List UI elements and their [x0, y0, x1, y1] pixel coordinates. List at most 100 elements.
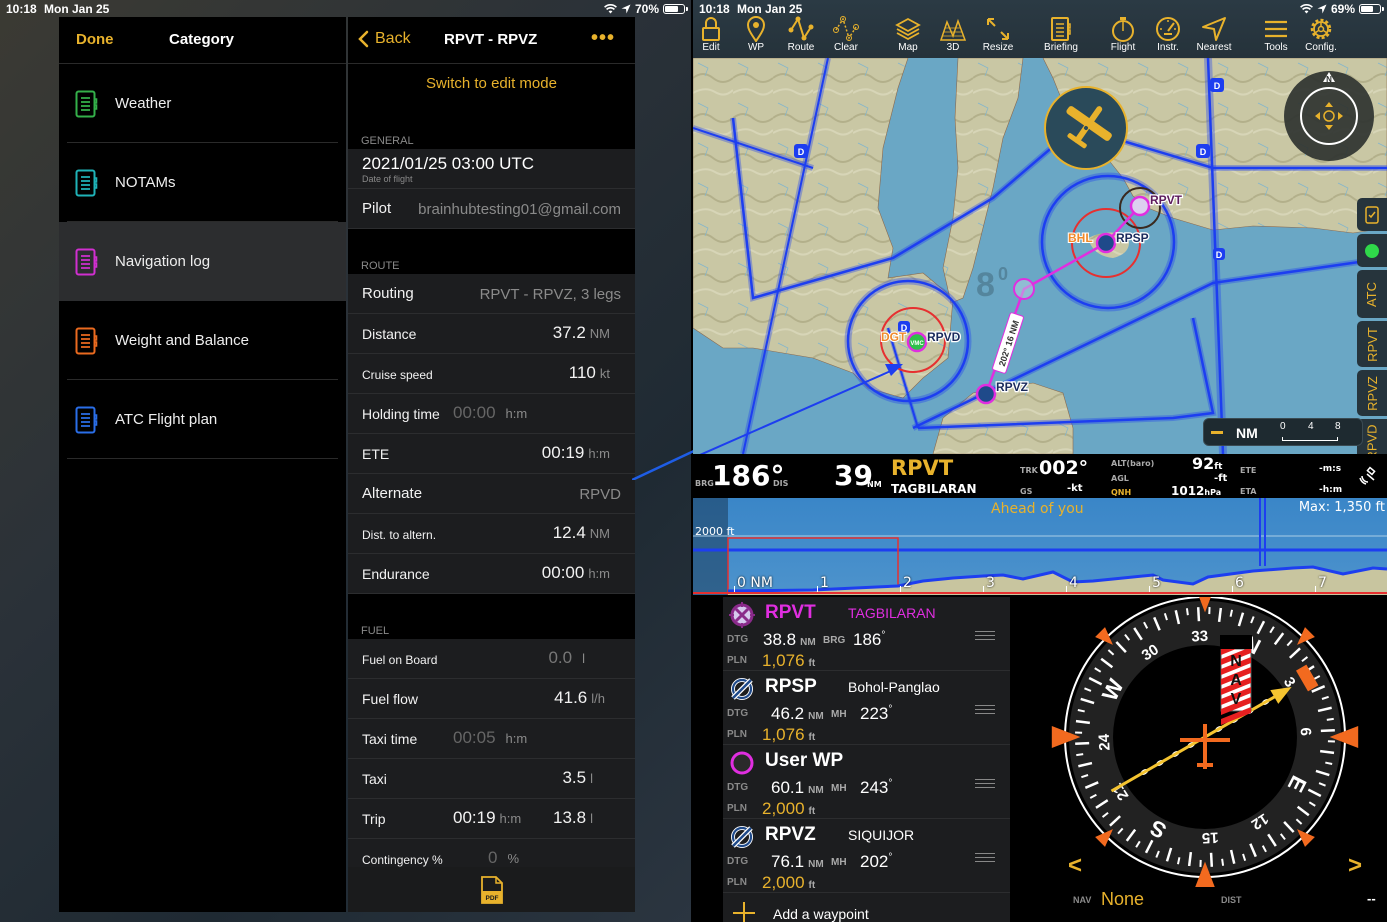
- toolbar-briefing-button[interactable]: Briefing: [1038, 16, 1084, 53]
- profile-tick-label: 2: [903, 575, 912, 591]
- rpvt-marker[interactable]: [1129, 195, 1151, 217]
- hsi-dist-value: --: [1367, 891, 1376, 906]
- zoom-out-icon[interactable]: [1211, 431, 1223, 434]
- alternate-row[interactable]: Alternate RPVD: [348, 474, 635, 514]
- toolbar-3d-button[interactable]: 3D: [930, 16, 976, 53]
- profile-max: Max: 1,350 ft: [1298, 500, 1385, 515]
- toolbar-clear-button[interactable]: Clear: [823, 16, 869, 53]
- toolbar-flight-button[interactable]: Flight: [1100, 16, 1146, 53]
- category-item-weather[interactable]: Weather: [59, 64, 346, 143]
- category-item-notams[interactable]: NOTAMs: [59, 143, 346, 222]
- toolbar-wp-button[interactable]: WP: [733, 16, 779, 53]
- side-tab-atc[interactable]: ATC: [1357, 270, 1387, 318]
- contingency-number: 0: [488, 848, 498, 867]
- planned-altitude[interactable]: 1,076 ft: [762, 725, 815, 745]
- cruise-speed-row[interactable]: Cruise speed 110 kt: [348, 354, 635, 394]
- back-button[interactable]: Back: [358, 30, 411, 48]
- toolbar-label: Instr.: [1157, 42, 1179, 53]
- planned-altitude[interactable]: 2,000 ft: [762, 799, 815, 819]
- nearest-arrow-icon: [1202, 17, 1226, 41]
- satellite-icon[interactable]: [1359, 466, 1379, 486]
- category-item-weight-and-balance[interactable]: Weight and Balance: [59, 301, 346, 380]
- pilot-row[interactable]: Pilot brainhubtesting01@gmail.com: [348, 189, 635, 229]
- hsi-dist-label: DIST: [1221, 895, 1242, 905]
- pln-label: PLN: [727, 803, 747, 814]
- switch-edit-mode-button[interactable]: Switch to edit mode: [348, 64, 635, 104]
- toolbar-tools-button[interactable]: Tools: [1253, 16, 1299, 53]
- waypoint-row[interactable]: User WP DTG PLN 60.1 NM MH 243° 2,000 ft: [723, 745, 1010, 819]
- side-tab-rpvt[interactable]: RPVT: [1357, 321, 1387, 367]
- date-of-flight-row[interactable]: 2021/01/25 03:00 UTC Date of flight: [348, 149, 635, 189]
- dtg-number: 76.1: [771, 852, 805, 871]
- agl-label: AGL: [1111, 474, 1129, 483]
- ete-unit: h:m: [588, 446, 610, 461]
- category-item-navigation-log[interactable]: Navigation log: [59, 222, 346, 301]
- planned-altitude[interactable]: 2,000 ft: [762, 873, 815, 893]
- side-tab-label: RPVT: [1364, 326, 1380, 362]
- side-tab-gps-status[interactable]: [1357, 234, 1387, 267]
- endurance-number: 00:00: [541, 563, 585, 582]
- toolbar-map-button[interactable]: Map: [885, 16, 931, 53]
- briefing-icon: [1051, 17, 1071, 41]
- pln-label: PLN: [727, 655, 747, 666]
- profile-tick-mark: [983, 586, 984, 592]
- document-icon: [75, 248, 98, 275]
- hsi-prev-button[interactable]: <: [1068, 852, 1082, 880]
- endurance-label: Endurance: [362, 566, 430, 582]
- category-item-atc-flight-plan[interactable]: ATC Flight plan: [59, 380, 346, 459]
- ete-value: -m:s: [1319, 464, 1341, 474]
- holding-time-row[interactable]: Holding time 00:00 h:m: [348, 394, 635, 434]
- fuel-on-board-row[interactable]: Fuel on Board 0.0 l: [348, 639, 635, 679]
- drag-handle-icon[interactable]: [975, 853, 995, 865]
- side-tab-rpvz[interactable]: RPVZ: [1357, 370, 1387, 416]
- map-orientation-control[interactable]: N: [1284, 71, 1374, 161]
- drag-handle-icon[interactable]: [975, 631, 995, 643]
- more-options-button[interactable]: •••: [591, 27, 615, 50]
- hsi-next-button[interactable]: >: [1348, 852, 1362, 880]
- toolbar-label: Briefing: [1044, 42, 1078, 53]
- fuel-flow-row[interactable]: Fuel flow 41.6 l/h: [348, 679, 635, 719]
- toolbar-nearest-button[interactable]: Nearest: [1191, 16, 1237, 53]
- category-panel: Done Category Weather NOTAMs Navigation lo…: [59, 17, 346, 912]
- add-waypoint-button[interactable]: Add a waypoint: [723, 899, 1010, 922]
- trk-value: 002°: [1039, 457, 1089, 479]
- next-wp-id[interactable]: RPVT: [891, 456, 953, 480]
- dtg-number: 46.2: [771, 704, 805, 723]
- pdf-icon[interactable]: PDF: [480, 875, 504, 904]
- toolbar-label: WP: [747, 42, 765, 53]
- cruise-speed-value: 110 kt: [569, 363, 610, 383]
- dtg-unit: NM: [800, 637, 816, 648]
- next-wp-name: TAGBILARAN: [891, 482, 977, 496]
- taxi-time-row[interactable]: Taxi time 00:05 h:m: [348, 719, 635, 759]
- planned-altitude[interactable]: 1,076 ft: [762, 651, 815, 671]
- waypoint-row[interactable]: RPVZ SIQUIJOR DTG PLN 76.1 NM MH 202° 2,000 ft: [723, 819, 1010, 893]
- done-button[interactable]: Done: [76, 31, 114, 48]
- location-arrow-icon: [1317, 4, 1327, 14]
- waypoint-row[interactable]: RPSP Bohol-Panglao DTG PLN 46.2 NM MH 223° 1,076…: [723, 671, 1010, 745]
- mef-superscript: 0: [998, 264, 1008, 284]
- trip-time-number: 00:19: [453, 808, 496, 827]
- waypoint-row[interactable]: RPVT TAGBILARAN DTG PLN 38.8 NM BRG 186° 1,076 ft: [723, 597, 1010, 671]
- side-tab-checklist[interactable]: [1357, 198, 1387, 231]
- rpvz-marker[interactable]: [975, 383, 997, 405]
- toolbar-edit-button[interactable]: Edit: [693, 16, 734, 53]
- moving-map[interactable]: D D D D D VMC 202° 16 NM RPVT RPSP BHL R…: [693, 58, 1387, 454]
- routing-row[interactable]: Routing RPVT - RPVZ, 3 legs: [348, 274, 635, 314]
- drag-handle-icon[interactable]: [975, 705, 995, 717]
- vertical-profile[interactable]: Ahead of you Max: 1,350 ft 2000 ft 0 NM 1…: [693, 498, 1387, 595]
- toolbar-route-button[interactable]: Route: [778, 16, 824, 53]
- toolbar-config-button[interactable]: Config.: [1298, 16, 1344, 53]
- hsi-nav-value[interactable]: None: [1101, 889, 1144, 910]
- side-tab-label: RPVD: [1364, 423, 1380, 454]
- drag-handle-icon[interactable]: [975, 779, 995, 791]
- distance-label: Distance: [362, 326, 417, 342]
- flight-date-value: 2021/01/25 03:00 UTC: [362, 154, 535, 173]
- planned-altitude-unit: ft: [808, 658, 816, 669]
- wifi-icon: [604, 4, 617, 14]
- user-waypoint-marker[interactable]: [1013, 278, 1035, 300]
- brg-label: BRG: [695, 479, 714, 488]
- toolbar-resize-button[interactable]: Resize: [975, 16, 1021, 53]
- rpsp-marker[interactable]: [1095, 232, 1117, 254]
- toolbar-instr-button[interactable]: Instr.: [1145, 16, 1191, 53]
- own-aircraft-badge[interactable]: [1044, 86, 1128, 170]
